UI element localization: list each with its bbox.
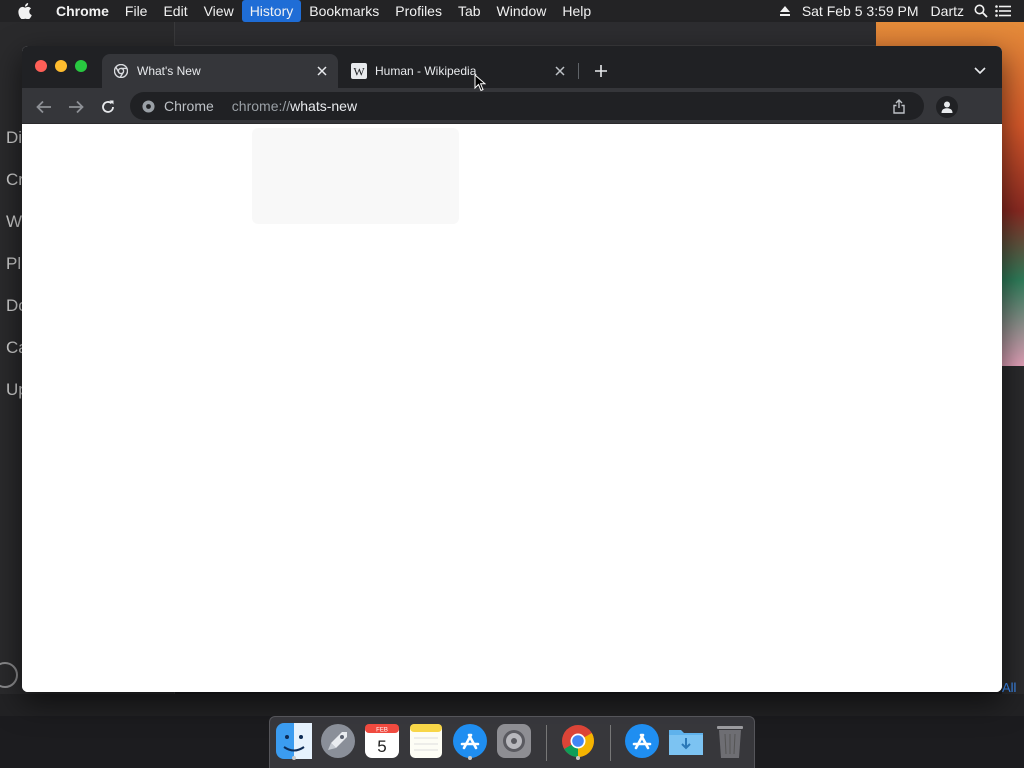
dock-downloads-folder[interactable]: [666, 721, 706, 761]
dock-app-store-downloads[interactable]: [622, 721, 662, 761]
address-bar[interactable]: Chrome chrome:// whats-new: [130, 92, 924, 120]
dock-google-chrome[interactable]: [558, 721, 598, 761]
tab-human-wikipedia[interactable]: W Human - Wikipedia: [340, 54, 576, 88]
chrome-toolbar: Chrome chrome:// whats-new: [22, 88, 1002, 124]
chrome-icon: [562, 725, 594, 757]
back-button[interactable]: [33, 96, 55, 118]
dock-calendar[interactable]: FEB 5: [362, 721, 402, 761]
dock-trash[interactable]: [710, 721, 750, 761]
loading-card-placeholder: [252, 128, 459, 224]
window-close-button[interactable]: [35, 60, 47, 72]
app-store-icon: [453, 724, 487, 758]
menu-bookmarks[interactable]: Bookmarks: [301, 0, 387, 22]
dock-separator: [546, 725, 547, 761]
menu-window[interactable]: Window: [489, 0, 555, 22]
background-window-bottom: [0, 694, 1024, 716]
forward-button[interactable]: [65, 96, 87, 118]
menu-edit[interactable]: Edit: [155, 0, 195, 22]
app-store-icon: [625, 724, 659, 758]
dock-separator: [610, 725, 611, 761]
tab-strip: What's New W Human - Wikipedia: [22, 46, 1002, 88]
tab-whats-new[interactable]: What's New: [102, 54, 338, 88]
menu-history[interactable]: History: [241, 0, 302, 22]
window-zoom-button[interactable]: [75, 60, 87, 72]
menu-tab[interactable]: Tab: [450, 0, 489, 22]
chrome-logo-icon: [113, 63, 129, 79]
background-sidebar-row: W: [6, 212, 23, 231]
profile-avatar-icon[interactable]: [936, 96, 958, 118]
finder-icon: [276, 723, 312, 759]
menu-bar-user[interactable]: Dartz: [925, 0, 970, 22]
address-bar-url-scheme: chrome://: [231, 98, 291, 114]
background-sidebar-row: Di: [6, 128, 23, 147]
address-bar-chip: Chrome: [164, 98, 214, 114]
mouse-cursor-icon: [474, 74, 486, 92]
menu-view[interactable]: View: [196, 0, 242, 22]
downloads-folder-icon: [669, 730, 703, 755]
new-tab-button[interactable]: [591, 61, 611, 81]
dock-app-store[interactable]: [450, 721, 490, 761]
dock-finder[interactable]: [274, 721, 314, 761]
reload-button[interactable]: [97, 96, 119, 118]
wikipedia-w-icon: W: [351, 63, 367, 79]
window-minimize-button[interactable]: [55, 60, 67, 72]
tab-title: What's New: [137, 64, 201, 78]
background-see-all-link[interactable]: All: [1002, 680, 1016, 695]
control-center-list-icon[interactable]: [992, 0, 1014, 22]
address-bar-url-path: whats-new: [290, 98, 358, 114]
tab-divider: [578, 63, 579, 79]
dock: FEB 5: [269, 716, 755, 768]
launchpad-rocket-icon: [321, 724, 355, 758]
tab-title: Human - Wikipedia: [375, 64, 477, 78]
macos-menu-bar: Chrome File Edit View History Bookmarks …: [0, 0, 1024, 22]
chrome-window: What's New W Human - Wikipedia Chrome ch…: [22, 46, 1002, 692]
dock-system-preferences[interactable]: [494, 721, 534, 761]
menu-app-chrome[interactable]: Chrome: [52, 0, 117, 22]
eject-icon[interactable]: [774, 0, 796, 22]
apple-logo-icon[interactable]: [18, 0, 38, 22]
background-window-edge: [1002, 366, 1024, 716]
menu-file[interactable]: File: [117, 0, 156, 22]
menu-bar-status-area: Sat Feb 5 3:59 PM Dartz: [774, 0, 1024, 22]
menu-help[interactable]: Help: [554, 0, 599, 22]
tab-close-icon[interactable]: [314, 63, 330, 79]
trash-icon: [717, 726, 743, 758]
svg-text:FEB: FEB: [376, 728, 388, 734]
spotlight-search-icon[interactable]: [970, 0, 992, 22]
tab-close-icon[interactable]: [552, 63, 568, 79]
svg-text:W: W: [353, 65, 365, 79]
tab-search-chevron-icon[interactable]: [970, 61, 990, 81]
notes-icon: [410, 724, 442, 758]
dock-launchpad[interactable]: [318, 721, 358, 761]
svg-text:5: 5: [377, 737, 386, 756]
chrome-site-icon[interactable]: [140, 98, 156, 114]
menu-bar-clock[interactable]: Sat Feb 5 3:59 PM: [796, 0, 925, 22]
share-icon[interactable]: [890, 97, 908, 115]
page-content[interactable]: [22, 124, 1002, 692]
system-preferences-gear-icon: [497, 724, 531, 758]
calendar-icon: FEB 5: [365, 724, 399, 758]
menu-profiles[interactable]: Profiles: [387, 0, 450, 22]
dock-notes[interactable]: [406, 721, 446, 761]
background-sidebar-row: Pl: [6, 254, 22, 273]
